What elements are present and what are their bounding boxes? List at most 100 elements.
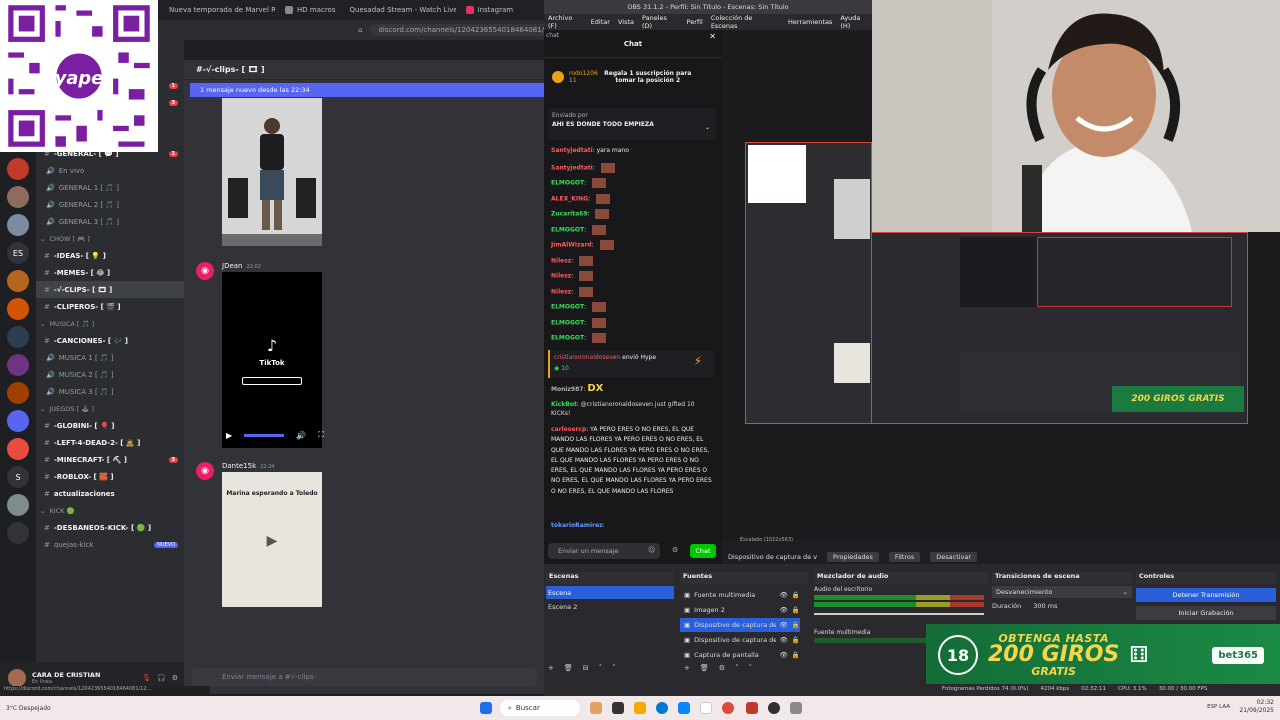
chat-user[interactable]: carlosercp — [551, 426, 586, 433]
channel-category[interactable]: ⌄ MUSICA [ 🎵 ] — [36, 315, 184, 332]
obs-menu-item[interactable]: Herramientas — [788, 18, 832, 26]
discord-avatar-icon[interactable]: ◉ — [196, 462, 214, 480]
server-icon[interactable] — [7, 214, 29, 236]
up-icon[interactable]: ˄ — [735, 664, 739, 672]
chat-user[interactable]: JimAlWizard — [551, 242, 592, 249]
visibility-icon[interactable]: 👁 — [780, 651, 788, 659]
server-icon[interactable]: ES — [7, 242, 29, 264]
hype-user[interactable]: cristianoronaldoseven — [554, 354, 620, 361]
chat-user[interactable]: KickBot — [551, 401, 577, 408]
weather-widget[interactable]: 3°C Despejado — [0, 705, 200, 712]
obs-menu-item[interactable]: Colección de Escenas — [711, 14, 780, 30]
channel-item[interactable]: # -DESBANEOS-KICK- [ 🟢 ] — [36, 519, 184, 536]
channel-item[interactable]: 🔊 MUSICA 2 [ 🎵 ] — [36, 366, 184, 383]
message-author[interactable]: Dante15k 22:34 — [222, 462, 275, 470]
source-item[interactable]: ▣ Imagen 2 👁 🔒 — [680, 603, 800, 617]
fullscreen-icon[interactable]: ⛶ — [318, 430, 324, 440]
channel-item[interactable]: 🔊 GENERAL 3 [ 🎵 ] — [36, 213, 184, 230]
obs-menu-item[interactable]: Archivo (F) — [548, 14, 583, 30]
message-author[interactable]: JDean 22:02 — [222, 262, 261, 270]
gear-icon[interactable]: ⚙ — [172, 674, 178, 682]
url-text[interactable]: discord.com/channels/1204236554018464081… — [370, 24, 566, 36]
bookmark-icon[interactable]: ⌂ — [358, 26, 362, 34]
server-icon[interactable] — [7, 354, 29, 376]
filters-button[interactable]: Filtros — [888, 552, 921, 562]
visibility-icon[interactable]: 👁 — [780, 591, 788, 599]
deactivate-button[interactable]: Desactivar — [930, 552, 978, 562]
source-item[interactable]: ▣ Dispositivo de captura de v 👁 🔒 — [680, 618, 800, 632]
lock-icon[interactable]: 🔒 — [792, 636, 800, 644]
capture-source[interactable] — [745, 142, 872, 424]
channel-item[interactable]: # -MEMES- [ 😂 ] — [36, 264, 184, 281]
browser-tab[interactable]: Instagram — [465, 6, 513, 14]
brave-icon[interactable] — [746, 702, 758, 714]
obs-icon[interactable] — [768, 702, 780, 714]
start-recording-button[interactable]: Iniciar Grabación — [1136, 606, 1276, 620]
channel-item[interactable]: # -MINECRAFT- [ ⛏ ] 3 — [36, 451, 184, 468]
server-icon[interactable] — [7, 270, 29, 292]
down-icon[interactable]: ˅ — [612, 664, 616, 672]
lock-icon[interactable]: 🔒 — [792, 591, 800, 599]
taskbar-app-icon[interactable] — [790, 702, 802, 714]
avatar[interactable] — [8, 669, 26, 687]
server-icon[interactable] — [7, 326, 29, 348]
server-icon[interactable] — [7, 438, 29, 460]
channel-item[interactable]: # actualizaciones — [36, 485, 184, 502]
chat-user[interactable]: Nilesz — [551, 273, 571, 280]
visibility-icon[interactable]: 👁 — [780, 636, 788, 644]
chevron-down-icon[interactable]: ⌄ — [705, 124, 710, 131]
browser-tab[interactable]: Nueva temporada de Marvel Rivals — [165, 6, 275, 14]
discord-avatar-icon[interactable]: ◉ — [196, 262, 214, 280]
taskbar-app-icon[interactable] — [612, 702, 624, 714]
channel-category[interactable]: ⌄ JUEGOS [ 🕹 ] — [36, 400, 184, 417]
volume-icon[interactable]: 🔊 — [296, 431, 306, 440]
windows-start-icon[interactable] — [480, 702, 492, 714]
lock-icon[interactable]: 🔒 — [792, 606, 800, 614]
chat-user[interactable]: ALEX_KING — [551, 196, 588, 203]
language-indicator[interactable]: ESP LAA — [1207, 704, 1230, 710]
taskbar-app-icon[interactable] — [590, 702, 602, 714]
chat-user[interactable]: ELMOGOT — [551, 227, 584, 234]
channel-item[interactable]: 🔊 MUSICA 3 [ 🎵 ] — [36, 383, 184, 400]
visibility-icon[interactable]: 👁 — [780, 606, 788, 614]
message-input[interactable]: Enviar mensaje a #√-clips- — [192, 668, 537, 686]
server-icon[interactable] — [7, 494, 29, 516]
channel-item[interactable]: # -GLOBINI- [ 🎈 ] — [36, 417, 184, 434]
seek-bar[interactable] — [244, 433, 285, 437]
channel-item[interactable]: # -CANCIONES- [ 🎶 ] — [36, 332, 184, 349]
chat-user[interactable]: Nilesz — [551, 289, 571, 296]
chat-user[interactable]: Santyjedtati — [551, 147, 593, 154]
play-icon[interactable]: ▶ — [222, 533, 322, 549]
channel-item[interactable]: # -IDEAS- [ 💡 ] — [36, 247, 184, 264]
address-bar[interactable]: ⌂ discord.com/channels/12042365540184640… — [158, 20, 566, 40]
tiktok-video-attachment[interactable]: ♪ TikTok — [222, 272, 322, 448]
server-icon[interactable] — [7, 158, 29, 180]
lock-icon[interactable]: 🔒 — [792, 621, 800, 629]
obs-menu-item[interactable]: Ayuda (H) — [840, 14, 872, 30]
video-attachment[interactable] — [222, 98, 322, 246]
chat-user[interactable]: tokarioRamirez — [551, 522, 603, 529]
browser-tab[interactable]: Quesadad Stream - Watch Live on — [346, 6, 456, 14]
source-item[interactable]: ▣ Dispositivo de captura de v 👁 🔒 — [680, 633, 800, 647]
transition-select[interactable]: Desvanecimiento ⌄ — [992, 586, 1132, 598]
chat-user[interactable]: Moniz987 — [551, 386, 583, 393]
new-messages-bar[interactable]: 1 mensaje nuevo desde las 22:34 — [190, 83, 544, 97]
channel-item[interactable]: # quejas-kick NUEVO — [36, 536, 184, 553]
emote-icon[interactable]: ☺ — [648, 546, 655, 554]
channel-category[interactable]: ⌄ KICK 🟢 — [36, 502, 184, 519]
obs-menu-item[interactable]: Vista — [618, 18, 634, 26]
stop-stream-button[interactable]: Detener Transmisión — [1136, 588, 1276, 602]
filter-icon[interactable]: ⊟ — [583, 664, 589, 672]
gear-icon[interactable]: ⚙ — [719, 664, 725, 672]
scene-item[interactable]: Escena 2 — [546, 600, 674, 613]
play-icon[interactable]: ▶ — [226, 431, 232, 440]
chrome-icon[interactable] — [722, 702, 734, 714]
pin-user[interactable]: rodo1206 — [569, 70, 598, 77]
channel-item[interactable]: # -LEFT-4-DEAD-2- [ 🧟 ] — [36, 434, 184, 451]
obs-menu-item[interactable]: Paneles (D) — [642, 14, 679, 30]
browser-tab[interactable]: HD macros — [285, 6, 336, 14]
chat-user[interactable]: Santyjedtati — [551, 165, 593, 172]
pinned-message[interactable]: Enviado por AHI ES DONDE TODO EMPIEZA ⌄ — [548, 108, 716, 140]
lock-icon[interactable]: 🔒 — [792, 651, 800, 659]
source-item[interactable]: ▣ Captura de pantalla 👁 🔒 — [680, 648, 800, 662]
